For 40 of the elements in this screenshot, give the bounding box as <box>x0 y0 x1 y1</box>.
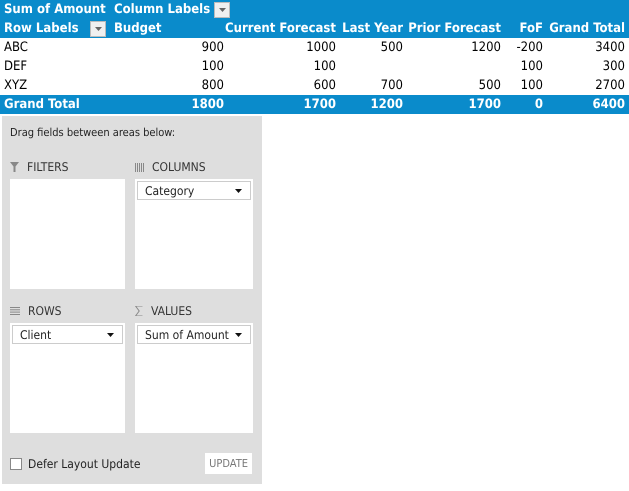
columns-icon <box>135 162 144 172</box>
caret-icon <box>107 332 114 336</box>
column-header: Prior Forecast <box>407 19 505 38</box>
sigma-icon <box>135 306 143 316</box>
area-title: COLUMNS <box>152 160 206 174</box>
filter-icon <box>10 162 19 172</box>
area-title: ROWS <box>28 304 62 318</box>
field-item[interactable]: Sum of Amount <box>137 325 251 344</box>
caret-icon <box>235 332 242 336</box>
caret-icon <box>218 8 226 12</box>
area-title: VALUES <box>151 304 192 318</box>
drop-area[interactable]: Client <box>10 323 125 433</box>
total-cell: 1700 <box>228 95 340 114</box>
defer-checkbox[interactable] <box>10 458 22 470</box>
field-item[interactable]: Client <box>12 325 123 344</box>
column-header: FoF <box>505 19 547 38</box>
column-labels-header: Column Labels <box>114 1 210 19</box>
checkbox-label: Defer Layout Update <box>28 456 140 470</box>
column-header: Last Year <box>340 19 407 38</box>
drop-area[interactable]: Sum of Amount <box>135 323 253 433</box>
rows-icon <box>10 307 20 315</box>
filter-dropdown-button[interactable] <box>214 2 230 18</box>
filter-dropdown-button[interactable] <box>90 20 106 36</box>
drop-area[interactable]: Category <box>135 179 253 289</box>
pivot-corner-label: Sum of Amount <box>0 0 110 19</box>
caret-icon <box>235 188 242 192</box>
instruction-text: Drag fields between areas below: <box>10 126 176 139</box>
update-button[interactable]: UPDATE <box>205 453 252 474</box>
field-item[interactable]: Category <box>137 181 251 200</box>
total-cell: 0 <box>505 95 547 114</box>
total-cell: 1800 <box>110 95 228 114</box>
total-row-label: Grand Total <box>0 95 110 114</box>
column-header: Current Forecast <box>228 19 340 38</box>
area-title: FILTERS <box>27 160 69 174</box>
caret-icon <box>94 26 102 30</box>
total-cell: 6400 <box>547 95 629 114</box>
row-labels-header: Row Labels <box>4 20 79 38</box>
total-cell: 1700 <box>407 95 505 114</box>
column-header: Grand Total <box>547 19 629 38</box>
total-cell: 1200 <box>340 95 407 114</box>
